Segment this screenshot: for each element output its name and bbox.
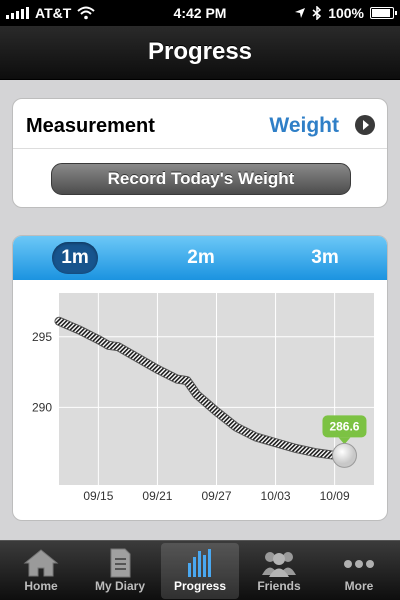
- battery-percent: 100%: [328, 5, 364, 21]
- range-tab-2m[interactable]: 2m: [178, 242, 224, 274]
- location-icon: [295, 8, 306, 18]
- tab-my-diary[interactable]: My Diary: [81, 543, 159, 599]
- status-bar: AT&T 4:42 PM 100%: [0, 0, 400, 26]
- range-selector: 1m 2m 3m: [13, 236, 387, 280]
- chart-card: 1m 2m 3m 09/15 09/21 09/27 10/03 10/09 295 290…: [12, 235, 388, 521]
- measurement-card: Measurement Weight Record Today's Weight: [12, 98, 388, 208]
- home-icon: [23, 549, 59, 577]
- y-tick-label: 295: [32, 330, 52, 344]
- data-point-knob: [331, 442, 357, 468]
- x-tick-label: 09/27: [201, 489, 231, 503]
- diary-icon: [110, 548, 131, 578]
- tab-more[interactable]: More: [320, 543, 398, 599]
- tab-label-progress: Progress: [173, 579, 227, 593]
- record-weight-button[interactable]: Record Today's Weight: [51, 163, 351, 195]
- navigation-bar: Progress: [0, 26, 400, 80]
- y-tick-label: 290: [32, 400, 52, 414]
- bluetooth-icon: [312, 6, 322, 20]
- tab-label-more: More: [344, 579, 374, 593]
- x-tick-label: 10/09: [320, 489, 350, 503]
- range-tab-1m[interactable]: 1m: [52, 242, 98, 274]
- measurement-label: Measurement: [26, 115, 155, 137]
- weight-chart: 09/15 09/21 09/27 10/03 10/09 295 290 286.6: [32, 293, 374, 503]
- x-tick-label: 09/21: [142, 489, 172, 503]
- page-title: Progress: [147, 38, 253, 65]
- tab-label-my-diary: My Diary: [94, 579, 146, 593]
- more-icon: [344, 560, 374, 568]
- value-callout-text: 286.6: [329, 419, 359, 433]
- measurement-row[interactable]: Measurement Weight: [13, 99, 387, 149]
- range-tab-3m[interactable]: 3m: [302, 242, 348, 274]
- measurement-value: Weight: [269, 114, 339, 137]
- tab-progress[interactable]: Progress: [161, 543, 239, 599]
- tab-home[interactable]: Home: [2, 543, 80, 599]
- x-tick-label: 10/03: [261, 489, 291, 503]
- friends-icon: [262, 552, 296, 577]
- battery-icon: [370, 7, 397, 19]
- tab-bar: Home My Diary Progress Friends More: [0, 540, 400, 600]
- tab-label-home: Home: [24, 579, 58, 593]
- tab-friends[interactable]: Friends: [240, 543, 318, 599]
- disclosure-arrow-icon[interactable]: [355, 115, 375, 135]
- x-tick-label: 09/15: [83, 489, 113, 503]
- tab-label-friends: Friends: [257, 579, 301, 593]
- progress-icon: [188, 549, 211, 577]
